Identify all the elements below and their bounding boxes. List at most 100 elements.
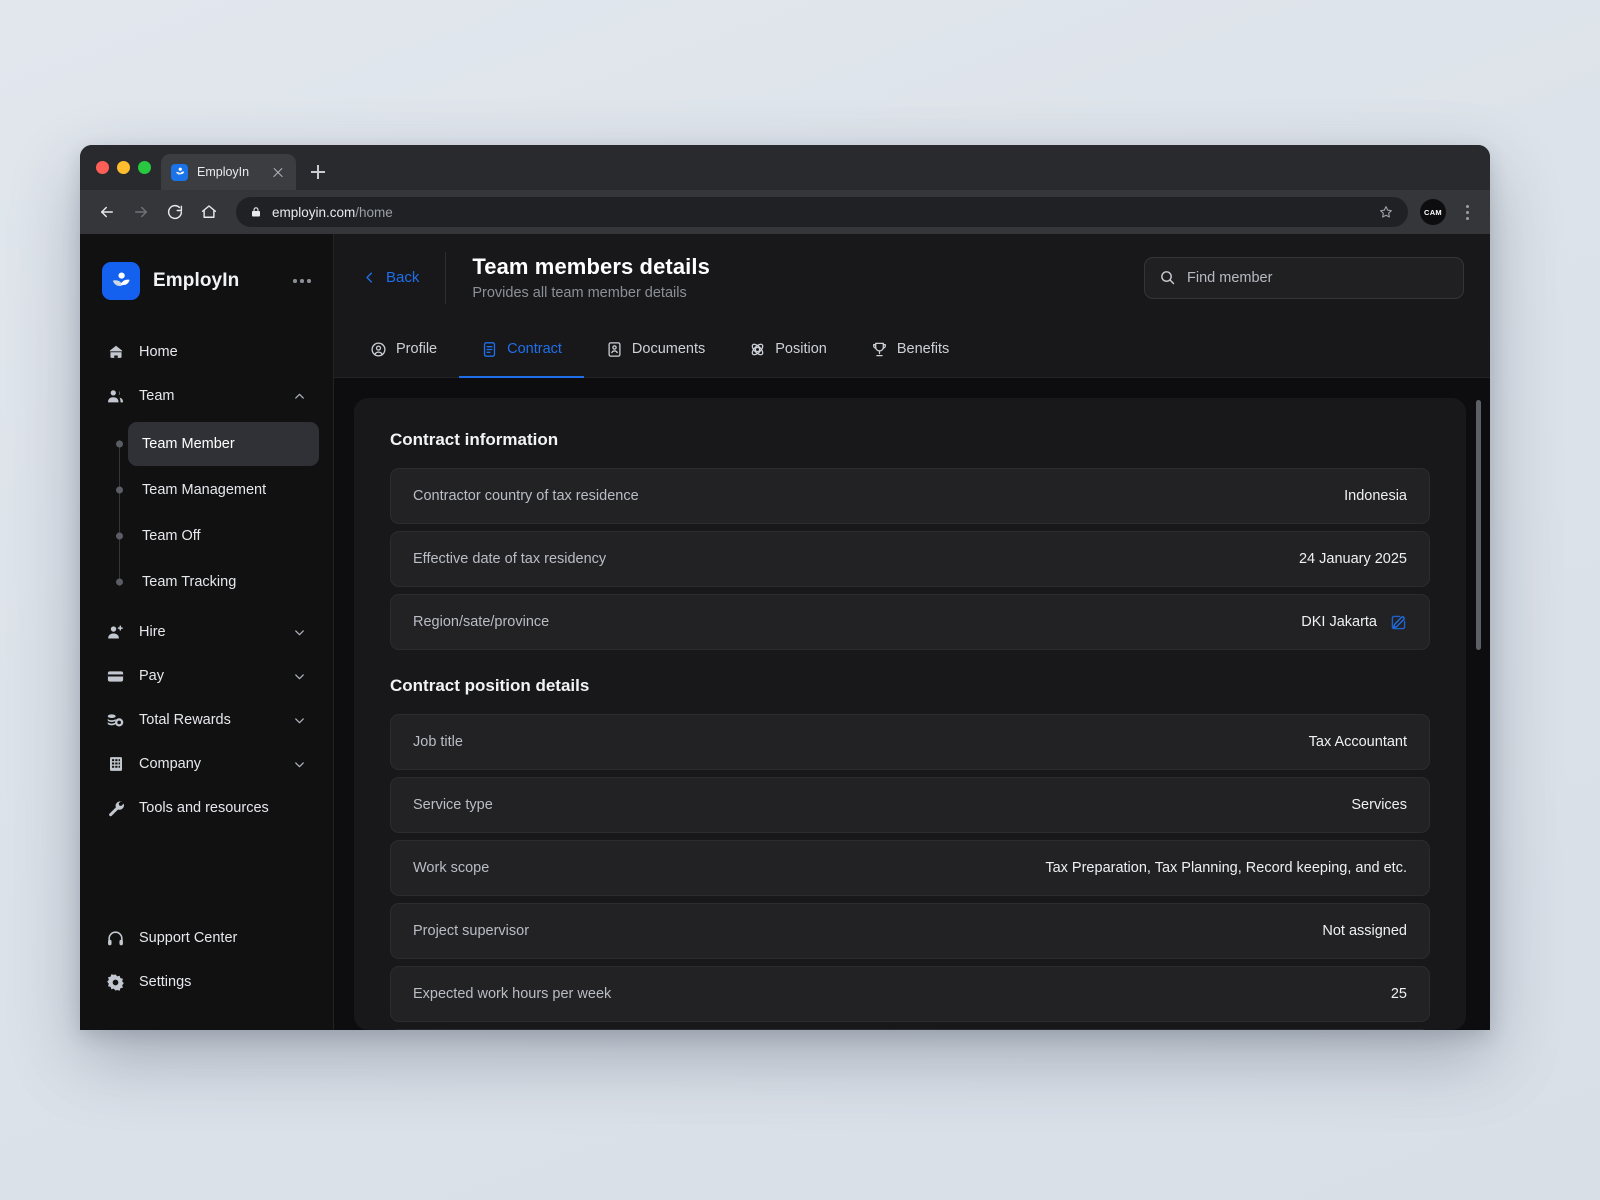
sidebar-item-team-management[interactable]: Team Management xyxy=(115,468,319,512)
browser-window: EmployIn employin.com/home CAM EmployIn … xyxy=(80,145,1490,1030)
company-icon xyxy=(106,755,125,774)
sidebar-item-label: Pay xyxy=(139,668,164,684)
sidebar-item-company[interactable]: Company xyxy=(94,742,319,786)
sidebar-subitem-label: Team Off xyxy=(142,528,201,544)
back-navigation-icon[interactable] xyxy=(92,197,122,227)
minimize-window-button[interactable] xyxy=(117,161,130,174)
detail-row: Service type Services xyxy=(390,777,1430,833)
back-button-label: Back xyxy=(386,269,420,286)
sidebar-item-label: Settings xyxy=(139,974,192,990)
detail-row: Project supervisor Not assigned xyxy=(390,903,1430,959)
row-label: Job title xyxy=(413,734,463,750)
row-value: DKI Jakarta xyxy=(1301,614,1377,630)
content-scrollbar[interactable] xyxy=(1476,400,1481,650)
sidebar-item-label: Total Rewards xyxy=(139,712,231,728)
app-root: EmployIn Home Team Team Member Team Mana… xyxy=(80,234,1490,1030)
sidebar-item-tools-and-resources[interactable]: Tools and resources xyxy=(94,786,319,830)
browser-tab[interactable]: EmployIn xyxy=(161,154,296,190)
headset-icon xyxy=(106,929,125,948)
new-tab-button[interactable] xyxy=(304,158,332,186)
subnav-bullet-icon xyxy=(115,578,123,586)
tab-label: Position xyxy=(775,341,827,357)
row-value: 24 January 2025 xyxy=(1298,551,1407,567)
trophy-icon xyxy=(871,341,888,358)
brand-name: EmployIn xyxy=(153,270,240,291)
url-text: employin.com/home xyxy=(272,205,393,220)
sidebar-item-team-tracking[interactable]: Team Tracking xyxy=(115,560,319,604)
contract-card: Contract information Contractor country … xyxy=(354,398,1466,1030)
search-input[interactable] xyxy=(1187,269,1449,286)
browser-tabstrip: EmployIn xyxy=(80,145,1490,190)
sidebar-item-label: Hire xyxy=(139,624,166,640)
row-value: Indonesia xyxy=(1344,488,1407,504)
row-value: Not assigned xyxy=(1322,923,1407,939)
row-label: Service type xyxy=(413,797,493,813)
tab-position[interactable]: Position xyxy=(727,322,849,378)
chevron-down-icon xyxy=(292,713,307,728)
close-window-button[interactable] xyxy=(96,161,109,174)
hire-icon xyxy=(106,623,125,642)
bookmark-star-icon[interactable] xyxy=(1378,204,1394,220)
subnav-bullet-icon xyxy=(115,440,123,448)
tab-documents[interactable]: Documents xyxy=(584,322,727,378)
tab-label: Profile xyxy=(396,341,438,357)
row-label: Project supervisor xyxy=(413,923,530,939)
row-value: Tax Preparation, Tax Planning, Record ke… xyxy=(1045,860,1407,876)
tab-benefits[interactable]: Benefits xyxy=(849,322,971,378)
sidebar-nav: Home Team Team Member Team Management Te… xyxy=(80,330,333,830)
sidebar-item-pay[interactable]: Pay xyxy=(94,654,319,698)
search-icon xyxy=(1159,269,1176,286)
address-bar[interactable]: employin.com/home xyxy=(236,197,1408,227)
edit-icon[interactable] xyxy=(1390,614,1407,631)
reload-icon[interactable] xyxy=(160,197,190,227)
content-scroll-area[interactable]: Contract information Contractor country … xyxy=(334,378,1490,1030)
team-subnav: Team Member Team Management Team Off Tea… xyxy=(80,422,333,604)
sidebar-item-settings[interactable]: Settings xyxy=(94,960,319,1004)
sidebar-item-label: Team xyxy=(139,388,175,404)
tab-profile[interactable]: Profile xyxy=(362,322,459,378)
sidebar-item-team-off[interactable]: Team Off xyxy=(115,514,319,558)
back-button[interactable]: Back xyxy=(362,269,445,286)
forward-navigation-icon[interactable] xyxy=(126,197,156,227)
main-area: Back Team members details Provides all t… xyxy=(334,234,1490,1030)
sidebar-subitem-label: Team Member xyxy=(142,436,235,452)
sidebar-item-support-center[interactable]: Support Center xyxy=(94,916,319,960)
employin-favicon-icon xyxy=(171,163,188,181)
sidebar-more-icon[interactable] xyxy=(293,279,317,283)
tab-label: Contract xyxy=(507,341,562,357)
title-block: Team members details Provides all team m… xyxy=(446,254,710,301)
row-label: Region/sate/province xyxy=(413,614,550,630)
chevron-down-icon xyxy=(292,669,307,684)
subnav-bullet-icon xyxy=(115,486,123,494)
maximize-window-button[interactable] xyxy=(138,161,151,174)
row-label: Contractor country of tax residence xyxy=(413,488,639,504)
sidebar-item-home[interactable]: Home xyxy=(94,330,319,374)
browser-tab-title: EmployIn xyxy=(197,165,250,179)
home-icon xyxy=(106,343,125,362)
profile-avatar[interactable]: CAM xyxy=(1420,199,1446,225)
find-member-search[interactable] xyxy=(1144,256,1464,299)
pay-icon xyxy=(106,667,125,686)
sidebar-item-team[interactable]: Team xyxy=(94,374,319,418)
tab-contract[interactable]: Contract xyxy=(459,322,584,378)
rewards-icon xyxy=(106,711,125,730)
sidebar-item-total-rewards[interactable]: Total Rewards xyxy=(94,698,319,742)
row-value-wrapper: DKI Jakarta xyxy=(1301,614,1407,631)
sidebar-subitem-label: Team Management xyxy=(142,482,267,498)
detail-row: Start date 15 January 2024 xyxy=(390,1029,1430,1030)
url-path: /home xyxy=(355,204,393,220)
wrench-icon xyxy=(106,799,125,818)
sidebar-item-hire[interactable]: Hire xyxy=(94,610,319,654)
home-navigation-icon[interactable] xyxy=(194,197,224,227)
sidebar-item-team-member[interactable]: Team Member xyxy=(115,422,319,466)
position-atom-icon xyxy=(749,341,766,358)
chevron-up-icon xyxy=(292,389,307,404)
sidebar-subitem-label: Team Tracking xyxy=(142,574,237,590)
sidebar-item-label: Support Center xyxy=(139,930,238,946)
row-value: Services xyxy=(1351,797,1407,813)
close-tab-icon[interactable] xyxy=(270,164,286,180)
page-title: Team members details xyxy=(472,254,710,279)
sidebar-item-label: Company xyxy=(139,756,202,772)
browser-menu-icon[interactable] xyxy=(1456,204,1478,220)
